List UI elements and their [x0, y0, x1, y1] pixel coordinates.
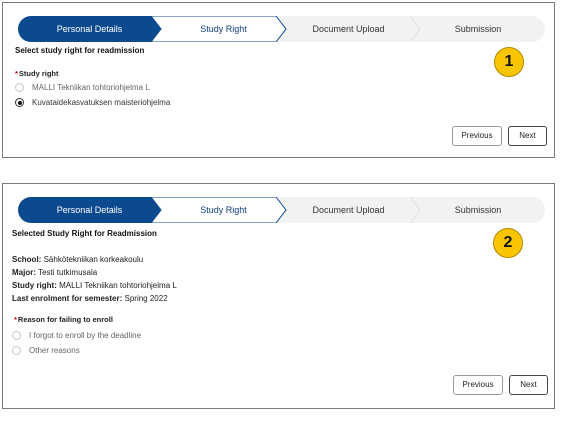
info-key: Major: [12, 268, 36, 277]
radio-circle[interactable] [12, 346, 21, 355]
section-title: Selected Study Right for Readmission [12, 229, 157, 238]
info-key: School: [12, 255, 42, 264]
radio-circle[interactable] [15, 83, 24, 92]
radio-circle[interactable] [12, 331, 21, 340]
progress-stepper: Personal Details Study Right Document Up… [18, 197, 545, 223]
required-mark: * [14, 315, 17, 324]
previous-button[interactable]: Previous [452, 126, 502, 146]
radio-label: Kuvataidekasvatuksen maisteriohjelma [32, 98, 171, 107]
info-key: Last enrolment for semester: [12, 294, 123, 303]
required-mark: * [15, 69, 18, 78]
step-number-badge: 2 [493, 228, 523, 258]
info-last-enrolment: Last enrolment for semester: Spring 2022 [12, 294, 168, 303]
field-label-reason: *Reason for failing to enroll [14, 315, 113, 324]
step-study-right: Study Right [200, 205, 247, 215]
info-major: Major: Testi tutkimusala [12, 268, 97, 277]
previous-button[interactable]: Previous [453, 375, 503, 395]
info-value: Spring 2022 [124, 294, 168, 303]
radio-label: Other reasons [29, 346, 80, 355]
step-number-badge: 1 [494, 47, 524, 77]
info-value: Sähkötekniikan korkeakoulu [43, 255, 144, 264]
section-title: Select study right for readmission [15, 46, 145, 55]
progress-stepper: Personal Details Study Right Document Up… [18, 16, 545, 42]
info-key: Study right: [12, 281, 57, 290]
step-personal-details: Personal Details [56, 24, 123, 34]
step-submission: Submission [454, 24, 502, 34]
info-school: School: Sähkötekniikan korkeakoulu [12, 255, 143, 264]
step-personal-details: Personal Details [56, 205, 123, 215]
info-value: Testi tutkimusala [38, 268, 98, 277]
field-label-text: Reason for failing to enroll [17, 315, 113, 324]
step-study-right: Study Right [200, 24, 247, 34]
field-label-study-right: *Study right [15, 69, 59, 78]
readmission-reason-panel: Personal Details Study Right Document Up… [2, 183, 555, 409]
radio-circle-checked[interactable] [15, 98, 24, 107]
radio-label: I forgot to enroll by the deadline [29, 331, 142, 340]
next-button[interactable]: Next [509, 375, 548, 395]
study-right-selection-panel: Personal Details Study Right Document Up… [2, 2, 555, 158]
step-document-upload: Document Upload [312, 24, 385, 34]
field-label-text: Study right [18, 69, 59, 78]
next-button[interactable]: Next [508, 126, 547, 146]
step-submission: Submission [454, 205, 502, 215]
info-study-right: Study right: MALLI Tekniikan tohtoriohje… [12, 281, 177, 290]
radio-label: MALLI Tekniikan tohtoriohjelma L [32, 83, 150, 92]
info-value: MALLI Tekniikan tohtoriohjelma L [59, 281, 177, 290]
step-document-upload: Document Upload [312, 205, 385, 215]
